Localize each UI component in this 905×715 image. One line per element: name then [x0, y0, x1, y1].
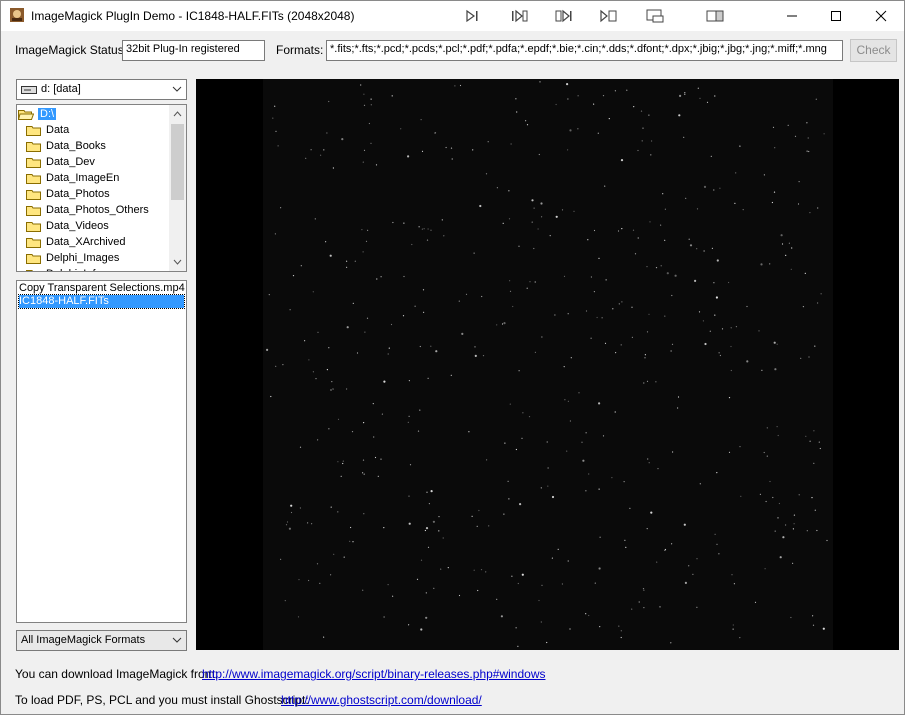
folder-item-label: Data_ImageEn: [46, 172, 120, 184]
folder-item[interactable]: Data_ImageEn: [26, 170, 119, 186]
folder-icon: [26, 270, 33, 271]
close-button[interactable]: [858, 1, 904, 31]
folder-icon: [26, 222, 41, 232]
ghostscript-text: To load PDF, PS, PCL and you must instal…: [15, 693, 309, 707]
folder-item[interactable]: Data_Dev: [26, 154, 95, 170]
folder-item[interactable]: Data_Books: [26, 138, 106, 154]
folder-item-label: Data: [46, 124, 70, 136]
scroll-down-icon[interactable]: [173, 259, 182, 265]
folder-item[interactable]: Delphi_Info: [26, 266, 102, 271]
maximize-icon: [831, 11, 841, 21]
formats-field[interactable]: *.fits;*.fts;*.pcd;*.pcds;*.pcl;*.pdf;*.…: [326, 40, 843, 61]
title-bar: ImageMagick PlugIn Demo - IC1848-HALF.FI…: [1, 1, 904, 31]
next-icon[interactable]: [554, 7, 574, 25]
folder-icon: [26, 158, 41, 168]
window-title: ImageMagick PlugIn Demo - IC1848-HALF.FI…: [31, 9, 355, 23]
imagemagick-download-link[interactable]: http://www.imagemagick.org/script/binary…: [202, 667, 545, 681]
folder-item[interactable]: Data: [26, 122, 69, 138]
status-field[interactable]: 32bit Plug-In registered: [122, 40, 265, 61]
first-icon[interactable]: [463, 7, 483, 25]
format-filter-value: All ImageMagick Formats: [21, 634, 146, 646]
download-text: You can download ImageMagick from:: [15, 667, 219, 681]
folder-item-label: Data_XArchived: [46, 236, 126, 248]
check-button[interactable]: Check: [850, 39, 897, 62]
last-icon[interactable]: [599, 7, 619, 25]
file-item[interactable]: Copy Transparent Selections.mp4: [19, 282, 185, 295]
format-filter-select[interactable]: All ImageMagick Formats: [16, 630, 187, 651]
folder-item-label: D:\: [38, 108, 57, 120]
drive-select-value: d: [data]: [41, 83, 81, 95]
scrollbar-thumb[interactable]: [171, 124, 184, 200]
chevron-down-icon: [172, 86, 182, 92]
folder-item-label: Data_Dev: [46, 156, 95, 168]
folder-item-label: Data_Photos: [46, 188, 110, 200]
folder-scrollbar[interactable]: [169, 105, 186, 271]
folder-item-label: Data_Videos: [46, 220, 109, 232]
fullscreen-icon[interactable]: [705, 7, 725, 25]
folder-icon: [26, 174, 41, 184]
folder-item-label: Data_Photos_Others: [46, 204, 149, 216]
drive-select[interactable]: d: [data]: [16, 79, 187, 100]
formats-label: Formats:: [276, 43, 324, 57]
chevron-down-icon: [172, 637, 182, 643]
close-icon: [875, 10, 887, 22]
app-window: ImageMagick PlugIn Demo - IC1848-HALF.FI…: [0, 0, 905, 715]
folder-item-label: Delphi_Info: [46, 268, 102, 271]
folder-item[interactable]: Data_XArchived: [26, 234, 126, 250]
maximize-button[interactable]: [813, 1, 859, 31]
image-viewer[interactable]: [196, 79, 899, 650]
minimize-button[interactable]: [769, 1, 815, 31]
minimize-icon: [787, 15, 797, 17]
folder-item-label: Delphi_Images: [46, 252, 120, 264]
app-icon: [10, 8, 24, 22]
file-list[interactable]: Copy Transparent Selections.mp4 IC1848-HA…: [16, 280, 187, 623]
folder-icon: [26, 206, 41, 216]
scroll-up-icon[interactable]: [173, 111, 182, 117]
drive-icon: [21, 86, 37, 94]
status-label: ImageMagick Status:: [15, 43, 128, 57]
folder-icon: [26, 142, 41, 152]
file-item[interactable]: IC1848-HALF.FITs: [18, 294, 185, 309]
folder-tree[interactable]: D:\ Data Data_Books Data_Dev Data_ImageEn Dat…: [16, 104, 187, 272]
folder-icon: [26, 126, 41, 136]
folder-icon: [26, 190, 41, 200]
folder-item[interactable]: Delphi_Images: [26, 250, 119, 266]
folder-item-label: Data_Books: [46, 140, 106, 152]
folder-item[interactable]: Data_Photos_Others: [26, 202, 149, 218]
starfield-image: [196, 79, 899, 650]
open-folder-icon: [18, 110, 34, 120]
ghostscript-download-link[interactable]: http://www.ghostscript.com/download/: [281, 693, 482, 707]
folder-item[interactable]: Data_Videos: [26, 218, 109, 234]
folder-item[interactable]: D:\: [18, 106, 57, 122]
slideshow-icon[interactable]: [645, 7, 665, 25]
previous-icon[interactable]: [509, 7, 529, 25]
folder-item[interactable]: Data_Photos: [26, 186, 110, 202]
folder-icon: [26, 254, 41, 264]
folder-icon: [26, 238, 41, 248]
